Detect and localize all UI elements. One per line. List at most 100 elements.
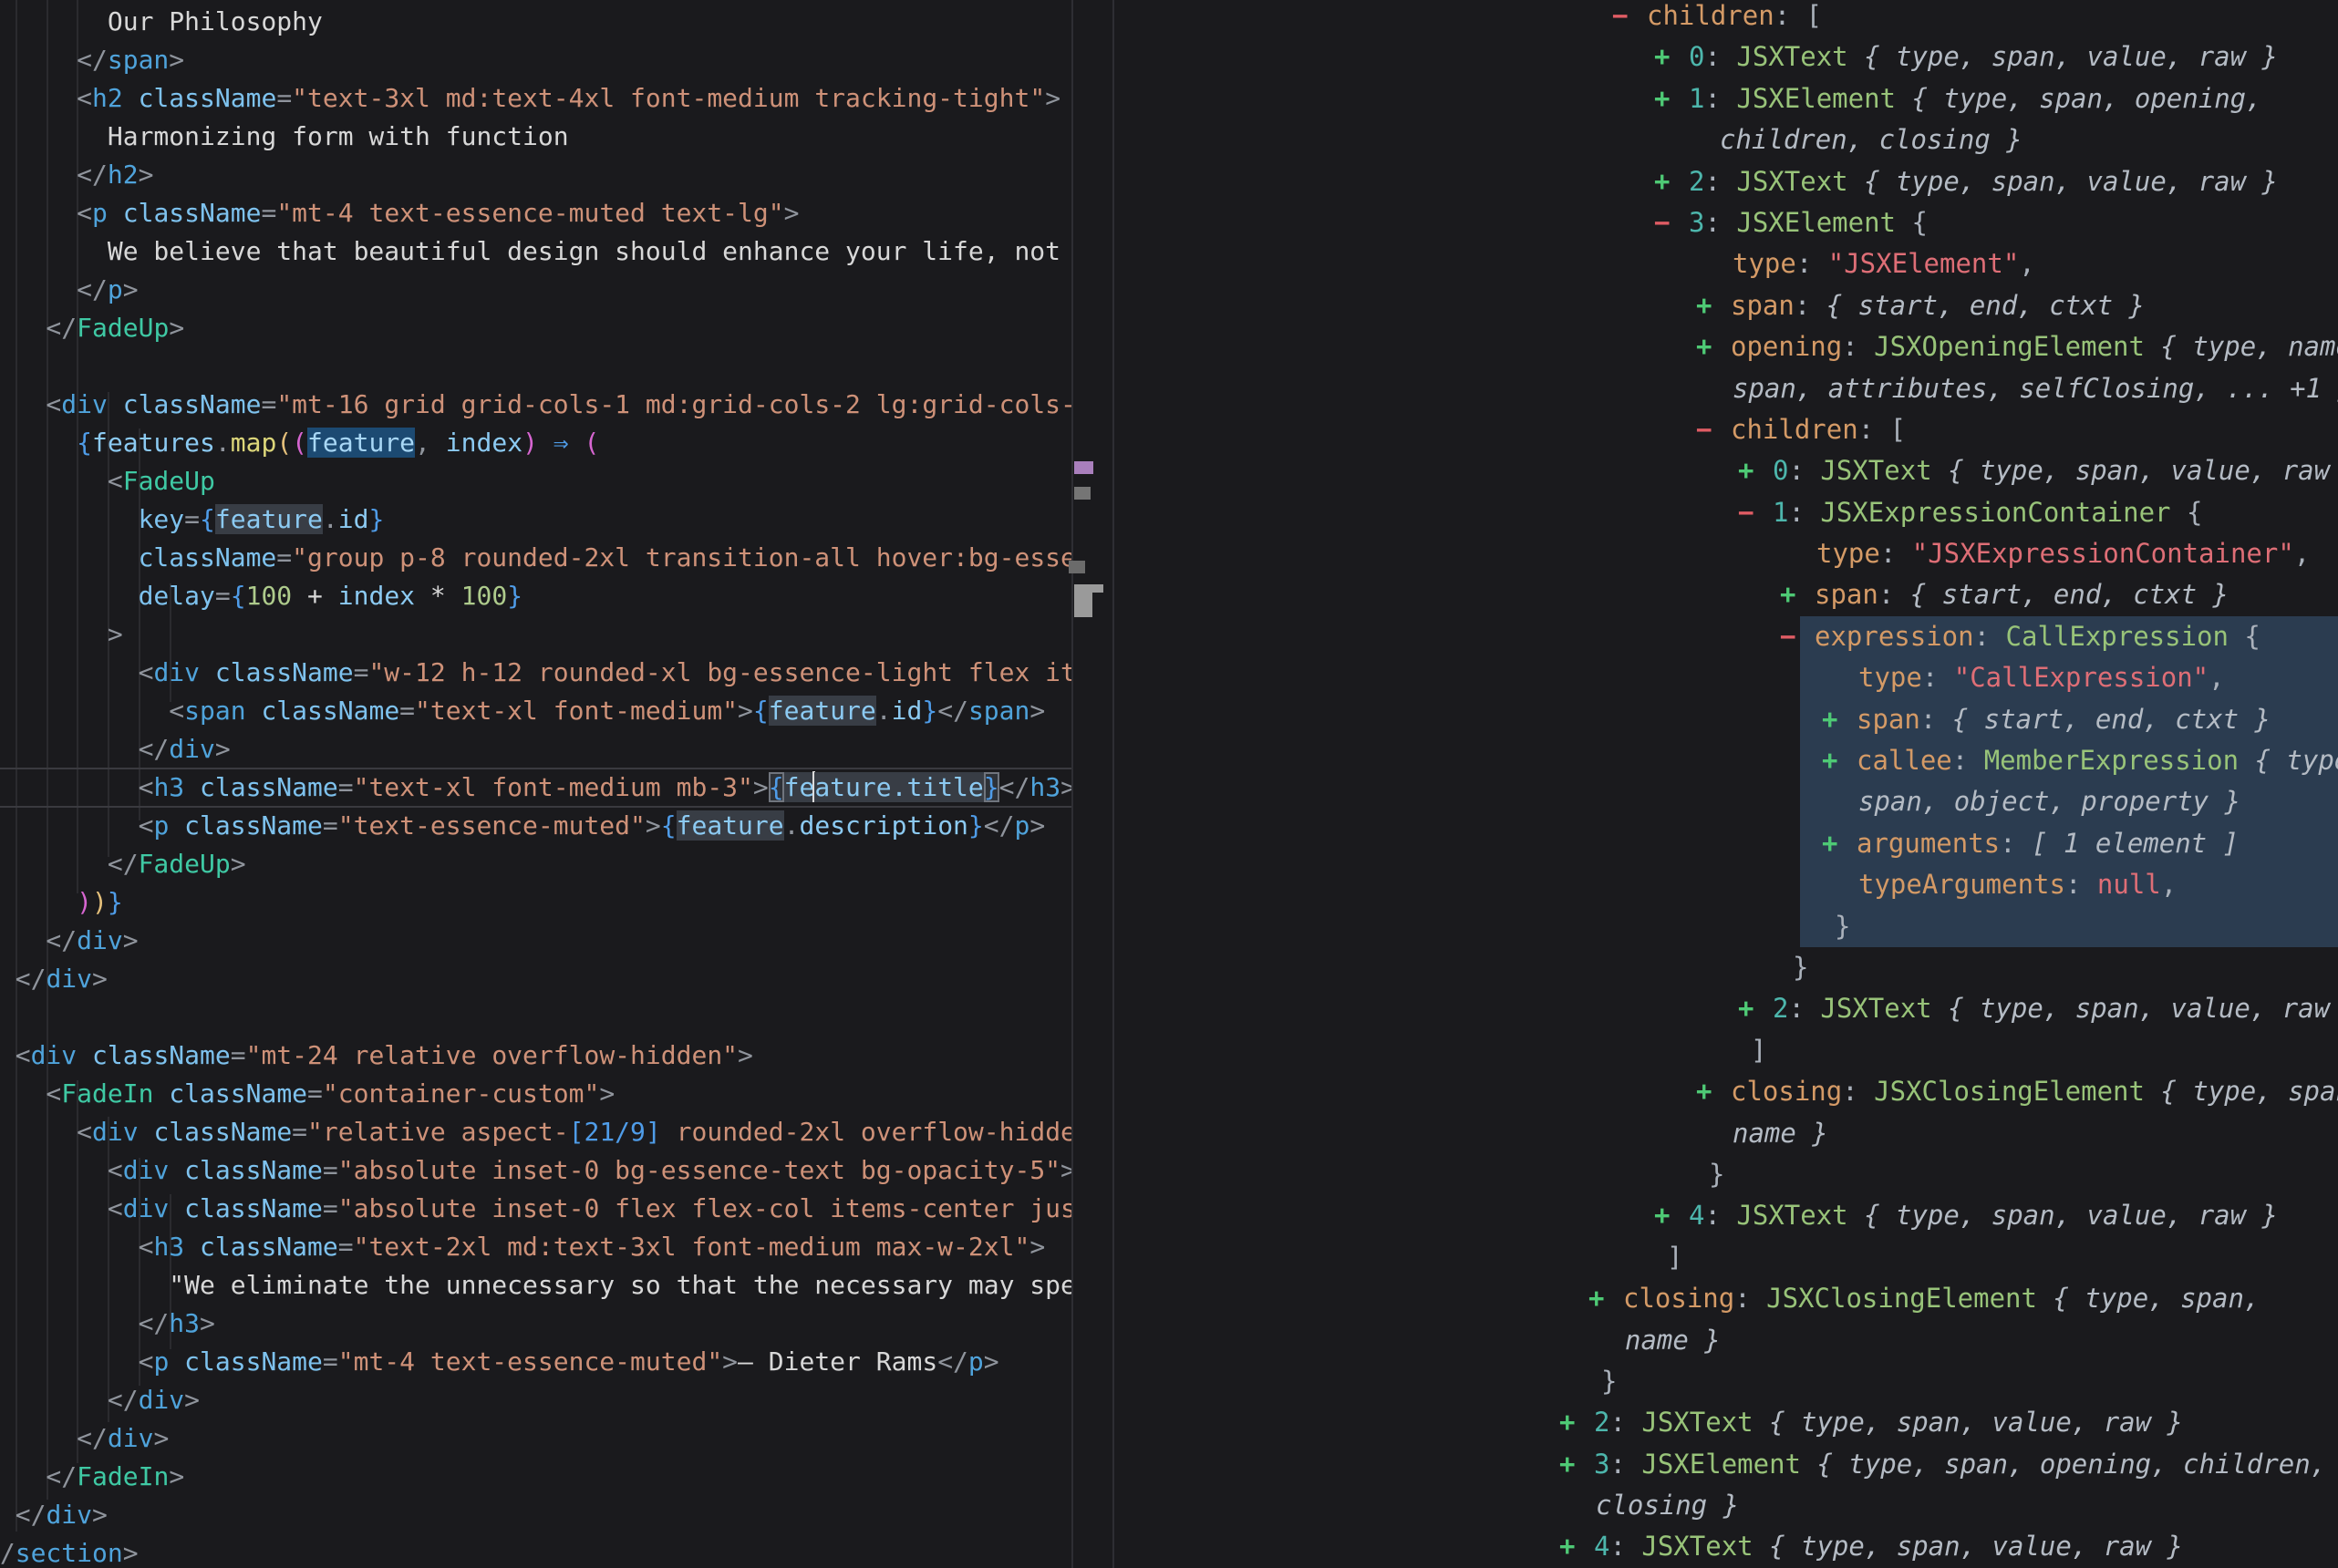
- ast-line[interactable]: +0: JSXText { type, span, value, raw }: [1114, 36, 2338, 77]
- ast-line[interactable]: +span: { start, end, ctxt }: [1114, 574, 2338, 615]
- tree-expand-icon[interactable]: +: [1654, 78, 1689, 119]
- ast-line[interactable]: +closing: JSXClosingElement { type, span…: [1114, 1278, 2338, 1319]
- ast-line[interactable]: closing }: [1114, 1485, 2338, 1526]
- code-line[interactable]: <div className="w-12 h-12 rounded-xl bg-…: [0, 654, 1071, 692]
- tree-expand-icon[interactable]: +: [1696, 285, 1731, 326]
- ast-line[interactable]: +4: JSXText { type, span, value, raw }: [1114, 1195, 2338, 1236]
- ast-line[interactable]: }: [1114, 1154, 2338, 1195]
- ast-line[interactable]: +2: JSXText { type, span, value, raw }: [1114, 161, 2338, 202]
- code-line[interactable]: <div className="mt-24 relative overflow-…: [0, 1037, 1071, 1075]
- code-line[interactable]: </h2>: [0, 156, 1071, 194]
- code-line[interactable]: delay={100 + index * 100}: [0, 577, 1071, 615]
- code-line[interactable]: </p>: [0, 271, 1071, 309]
- ast-line[interactable]: +3: JSXElement { type, span, opening, ch…: [1114, 1444, 2338, 1485]
- ast-line[interactable]: +arguments: [ 1 element ]: [1114, 823, 2338, 864]
- ast-line[interactable]: typeArguments: null,: [1114, 864, 2338, 905]
- tree-expand-icon[interactable]: +: [1696, 326, 1731, 367]
- tree-expand-icon[interactable]: +: [1780, 574, 1815, 615]
- ast-line[interactable]: +2: JSXText { type, span, value, raw }: [1114, 1402, 2338, 1443]
- ast-line[interactable]: ]: [1114, 1237, 2338, 1278]
- ast-line[interactable]: +2: JSXText { type, span, value, raw }: [1114, 988, 2338, 1029]
- ast-line[interactable]: −expression: CallExpression {: [1114, 616, 2338, 657]
- ast-line[interactable]: span, attributes, selfClosing, ... +1 }: [1114, 368, 2338, 409]
- ast-line[interactable]: name }: [1114, 1320, 2338, 1361]
- tree-collapse-icon[interactable]: −: [1780, 616, 1815, 657]
- ast-line[interactable]: type: "CallExpression",: [1114, 657, 2338, 698]
- ast-line[interactable]: }: [1114, 1361, 2338, 1402]
- ast-inspector-panel[interactable]: −children: [+0: JSXText { type, span, va…: [1114, 0, 2338, 1568]
- ast-line[interactable]: −3: JSXElement {: [1114, 202, 2338, 243]
- ast-line[interactable]: }: [1114, 947, 2338, 988]
- ast-line[interactable]: −children: [: [1114, 0, 2338, 36]
- code-line[interactable]: We believe that beautiful design should …: [0, 232, 1071, 271]
- tree-expand-icon[interactable]: +: [1696, 1071, 1731, 1112]
- code-line[interactable]: <div className="absolute inset-0 bg-esse…: [0, 1151, 1071, 1190]
- code-line[interactable]: ))}: [0, 883, 1071, 922]
- ast-line[interactable]: +opening: JSXOpeningElement { type, name…: [1114, 326, 2338, 367]
- code-line[interactable]: </div>: [0, 730, 1071, 769]
- ast-line[interactable]: type: "JSXElement",: [1114, 243, 2338, 284]
- code-line[interactable]: <h2 className="text-3xl md:text-4xl font…: [0, 79, 1071, 118]
- code-line[interactable]: "We eliminate the unnecessary so that th…: [0, 1266, 1071, 1305]
- code-line[interactable]: Harmonizing form with function: [0, 118, 1071, 156]
- code-line[interactable]: <FadeUp: [0, 462, 1071, 500]
- ast-line[interactable]: ]: [1114, 1030, 2338, 1071]
- code-line[interactable]: {features.map((feature, index) ⇒ (: [0, 424, 1071, 462]
- code-line[interactable]: <h3 className="text-2xl md:text-3xl font…: [0, 1228, 1071, 1266]
- ast-line[interactable]: +0: JSXText { type, span, value, raw }: [1114, 450, 2338, 491]
- code-line[interactable]: className="group p-8 rounded-2xl transit…: [0, 539, 1071, 577]
- tree-collapse-icon[interactable]: −: [1696, 409, 1731, 450]
- ast-line[interactable]: +span: { start, end, ctxt }: [1114, 285, 2338, 326]
- code-line[interactable]: <div className="mt-16 grid grid-cols-1 m…: [0, 386, 1071, 424]
- tree-expand-icon[interactable]: +: [1822, 740, 1857, 781]
- code-line[interactable]: </h3>: [0, 1305, 1071, 1343]
- code-line[interactable]: Our Philosophy: [0, 3, 1071, 41]
- code-line[interactable]: key={feature.id}: [0, 500, 1071, 539]
- tree-expand-icon[interactable]: +: [1822, 699, 1857, 740]
- code-line[interactable]: <div className="relative aspect-[21/9] r…: [0, 1113, 1071, 1151]
- ast-line[interactable]: type: "JSXExpressionContainer",: [1114, 533, 2338, 574]
- code-line[interactable]: </section>: [0, 1534, 1071, 1568]
- ast-line[interactable]: span, object, property }: [1114, 781, 2338, 822]
- tree-expand-icon[interactable]: +: [1654, 161, 1689, 202]
- tree-expand-icon[interactable]: +: [1654, 36, 1689, 77]
- ast-line[interactable]: +closing: JSXClosingElement { type, span…: [1114, 1071, 2338, 1112]
- tree-expand-icon[interactable]: +: [1559, 1444, 1594, 1485]
- tree-expand-icon[interactable]: +: [1559, 1526, 1594, 1567]
- code-line[interactable]: <div className="absolute inset-0 flex fl…: [0, 1190, 1071, 1228]
- ast-line[interactable]: −1: JSXExpressionContainer {: [1114, 492, 2338, 533]
- ast-line[interactable]: children, closing }: [1114, 119, 2338, 160]
- code-line[interactable]: <h3 className="text-xl font-medium mb-3"…: [0, 769, 1071, 807]
- tree-collapse-icon[interactable]: −: [1612, 0, 1647, 36]
- code-line[interactable]: [0, 347, 1071, 386]
- code-line[interactable]: <p className="text-essence-muted">{featu…: [0, 807, 1071, 845]
- code-line[interactable]: <span className="text-xl font-medium">{f…: [0, 692, 1071, 730]
- code-editor-panel[interactable]: Our Philosophy </span> <h2 className="te…: [0, 0, 1071, 1568]
- ast-line[interactable]: +1: JSXElement { type, span, opening,: [1114, 78, 2338, 119]
- code-line[interactable]: <p className="mt-4 text-essence-muted te…: [0, 194, 1071, 232]
- ast-line[interactable]: }: [1114, 906, 2338, 947]
- tree-expand-icon[interactable]: +: [1738, 450, 1773, 491]
- code-line[interactable]: </FadeUp>: [0, 309, 1071, 347]
- code-line[interactable]: </div>: [0, 1496, 1071, 1534]
- code-line[interactable]: </span>: [0, 41, 1071, 79]
- tree-expand-icon[interactable]: +: [1822, 823, 1857, 864]
- code-line[interactable]: <FadeIn className="container-custom">: [0, 1075, 1071, 1113]
- code-line[interactable]: </div>: [0, 1419, 1071, 1458]
- ast-line[interactable]: +callee: MemberExpression { type,: [1114, 740, 2338, 781]
- code-line[interactable]: <p className="mt-4 text-essence-muted">—…: [0, 1343, 1071, 1381]
- code-line[interactable]: </div>: [0, 960, 1071, 998]
- tree-expand-icon[interactable]: +: [1588, 1278, 1623, 1319]
- tree-collapse-icon[interactable]: −: [1738, 492, 1773, 533]
- code-line[interactable]: >: [0, 615, 1071, 654]
- code-line[interactable]: </FadeUp>: [0, 845, 1071, 883]
- ast-line[interactable]: +4: JSXText { type, span, value, raw }: [1114, 1526, 2338, 1567]
- ast-line[interactable]: −children: [: [1114, 409, 2338, 450]
- tree-expand-icon[interactable]: +: [1654, 1195, 1689, 1236]
- ast-line[interactable]: name }: [1114, 1113, 2338, 1154]
- tree-expand-icon[interactable]: +: [1559, 1402, 1594, 1443]
- code-line[interactable]: </FadeIn>: [0, 1458, 1071, 1496]
- ast-line[interactable]: +span: { start, end, ctxt }: [1114, 699, 2338, 740]
- tree-collapse-icon[interactable]: −: [1654, 202, 1689, 243]
- tree-expand-icon[interactable]: +: [1738, 988, 1773, 1029]
